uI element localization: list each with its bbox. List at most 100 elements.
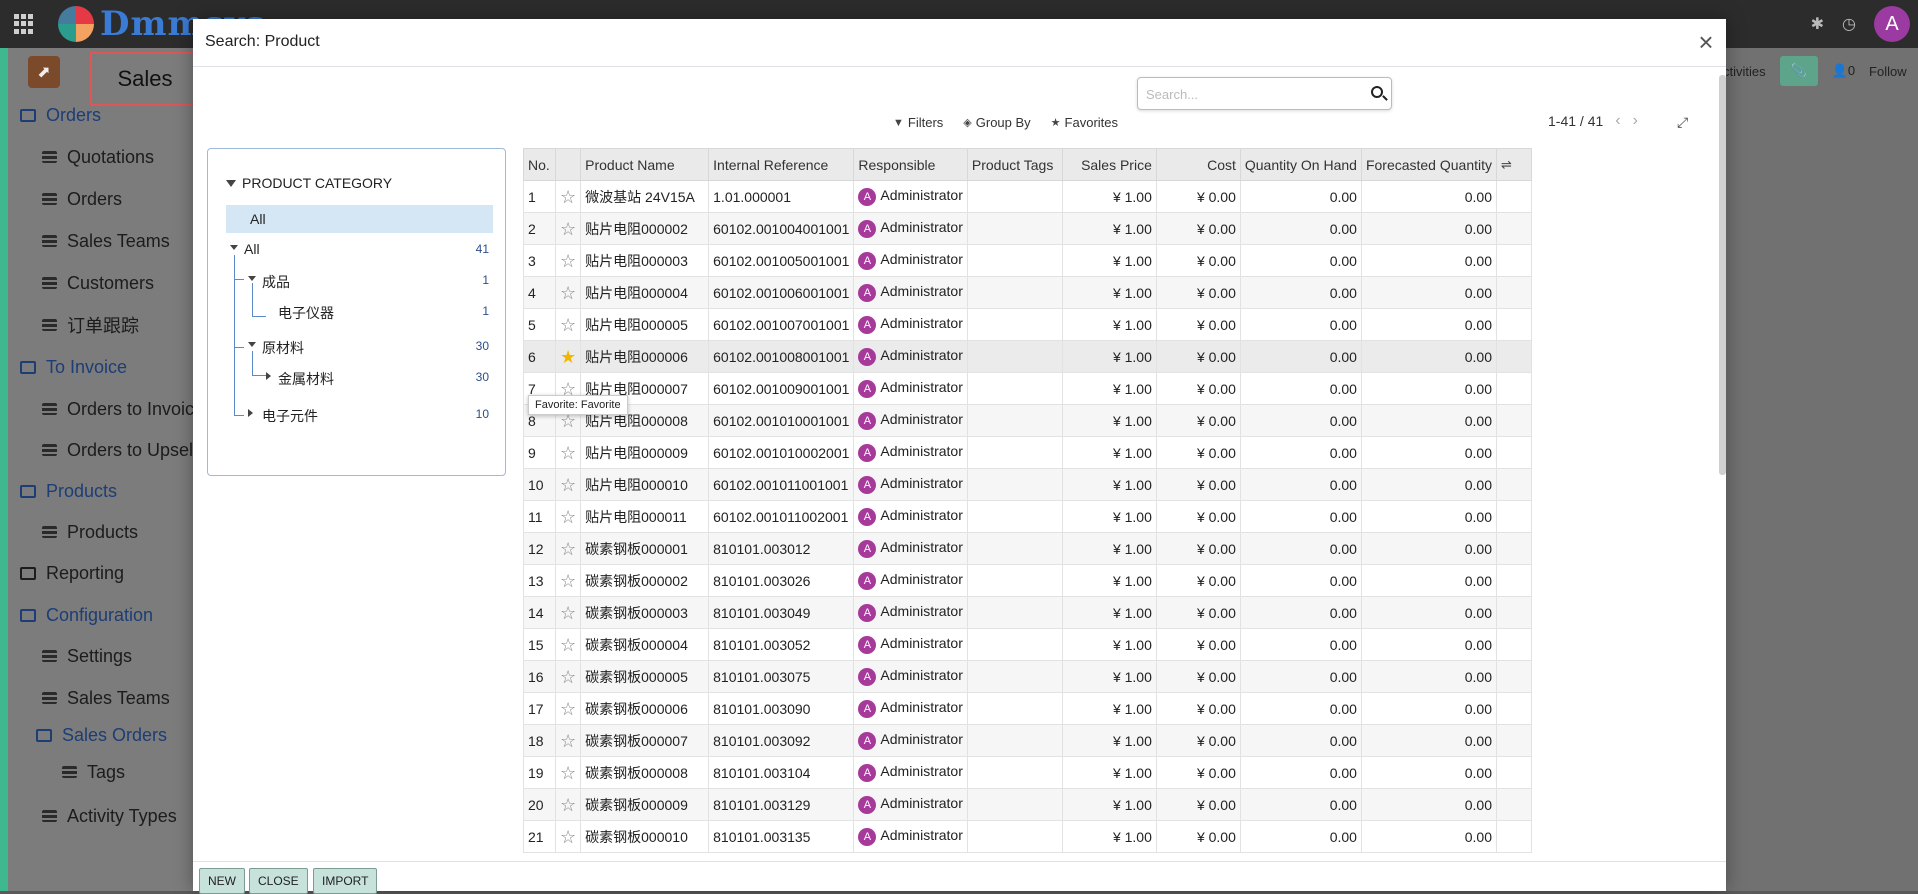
star-icon[interactable]: ☆ xyxy=(560,635,576,655)
sidebar-item[interactable]: Activity Types xyxy=(42,801,177,831)
sidebar-item[interactable]: Orders xyxy=(20,100,101,130)
star-icon[interactable]: ☆ xyxy=(560,283,576,303)
chevron-left-icon[interactable]: ‹ xyxy=(1615,112,1620,130)
sidebar-item[interactable]: Configuration xyxy=(20,600,153,630)
sidebar-item[interactable]: Sales Orders xyxy=(36,720,167,750)
table-row[interactable]: 14 ☆ 碳素钢板000003 810101.003049 A Administrator… xyxy=(523,596,1532,629)
star-icon[interactable]: ☆ xyxy=(560,571,576,591)
sidebar-item[interactable]: Products xyxy=(20,476,117,506)
bug-icon[interactable]: ✱ xyxy=(1811,14,1824,34)
scrollbar[interactable] xyxy=(1719,75,1726,475)
group-by-toggle[interactable]: ◈ Group By xyxy=(963,115,1030,130)
star-icon[interactable]: ☆ xyxy=(560,731,576,751)
category-tree-item[interactable]: 成品 1 xyxy=(226,270,493,292)
table-row[interactable]: 21 ☆ 碳素钢板000010 810101.003135 A Administrator… xyxy=(523,820,1532,853)
caret-down-icon[interactable] xyxy=(248,276,256,281)
star-icon[interactable]: ★ xyxy=(560,347,576,367)
sidebar-item[interactable]: Quotations xyxy=(42,142,154,172)
table-row[interactable]: 8 ☆ 贴片电阻000008 60102.001010001001 A Administr… xyxy=(523,404,1532,437)
sidebar-item[interactable]: Tags xyxy=(62,757,125,787)
sidebar-item[interactable]: 订单跟踪 xyxy=(42,310,139,340)
star-icon[interactable]: ☆ xyxy=(560,507,576,527)
star-icon[interactable]: ☆ xyxy=(560,763,576,783)
star-icon[interactable]: ☆ xyxy=(560,539,576,559)
import-button[interactable]: IMPORT xyxy=(313,868,378,894)
clock-icon[interactable]: ◷ xyxy=(1842,14,1856,34)
star-icon[interactable]: ☆ xyxy=(560,219,576,239)
sidebar-item[interactable]: Orders to Upsell xyxy=(42,435,197,465)
app-title[interactable]: Sales xyxy=(90,52,200,106)
caret-right-icon[interactable] xyxy=(266,372,271,380)
column-header[interactable]: Forecasted Quantity xyxy=(1360,148,1498,181)
column-header[interactable]: Sales Price xyxy=(1061,148,1157,181)
table-row[interactable]: 13 ☆ 碳素钢板000002 810101.003026 A Administrator… xyxy=(523,564,1532,597)
table-row[interactable]: 20 ☆ 碳素钢板000009 810101.003129 A Administrator… xyxy=(523,788,1532,821)
sidebar-item[interactable]: To Invoice xyxy=(20,352,127,382)
search-input[interactable] xyxy=(1144,80,1364,108)
table-row[interactable]: 11 ☆ 贴片电阻000011 60102.001011002001 A Administ… xyxy=(523,500,1532,533)
star-icon[interactable]: ☆ xyxy=(560,667,576,687)
table-row[interactable]: 6 ★ 贴片电阻000006 60102.001008001001 A Administr… xyxy=(523,340,1532,373)
expand-icon[interactable]: ⤢ xyxy=(1677,115,1691,129)
search-icon[interactable] xyxy=(1371,86,1383,98)
table-row[interactable]: 9 ☆ 贴片电阻000009 60102.001010002001 A Administr… xyxy=(523,436,1532,469)
star-icon[interactable]: ☆ xyxy=(560,315,576,335)
favorites-toggle[interactable]: ★ Favorites xyxy=(1051,115,1118,130)
sidebar-item[interactable]: Orders to Invoice xyxy=(42,394,204,424)
follow-button[interactable]: Follow xyxy=(1869,64,1907,79)
sidebar-item[interactable]: Orders xyxy=(42,184,122,214)
column-header[interactable]: Responsible xyxy=(853,148,968,181)
column-header[interactable]: Quantity On Hand xyxy=(1239,148,1362,181)
table-row[interactable]: 3 ☆ 贴片电阻000003 60102.001005001001 A Administr… xyxy=(523,244,1532,277)
column-header[interactable]: Product Tags xyxy=(966,148,1063,181)
star-icon[interactable]: ☆ xyxy=(560,187,576,207)
caret-down-icon[interactable] xyxy=(248,342,256,347)
column-header[interactable]: Internal Reference xyxy=(708,148,855,181)
table-row[interactable]: 19 ☆ 碳素钢板000008 810101.003104 A Administrator… xyxy=(523,756,1532,789)
sidebar-item[interactable]: Customers xyxy=(42,268,154,298)
filters-toggle[interactable]: ▼ Filters xyxy=(893,115,943,130)
column-header[interactable]: Product Name xyxy=(580,148,710,181)
apps-menu-icon[interactable] xyxy=(14,14,34,34)
sidebar-item[interactable]: Reporting xyxy=(20,558,124,588)
user-avatar[interactable]: A xyxy=(1874,6,1910,42)
category-tree-item[interactable]: 原材料 30 xyxy=(226,336,493,358)
table-row[interactable]: 16 ☆ 碳素钢板000005 810101.003075 A Administrator… xyxy=(523,660,1532,693)
star-icon[interactable]: ☆ xyxy=(560,827,576,847)
caret-right-icon[interactable] xyxy=(248,409,253,417)
column-header[interactable]: Cost xyxy=(1155,148,1241,181)
sidebar-item[interactable]: Sales Teams xyxy=(42,683,170,713)
star-icon[interactable]: ☆ xyxy=(560,443,576,463)
star-icon[interactable]: ☆ xyxy=(560,251,576,271)
table-row[interactable]: 7 ☆ 贴片电阻000007 60102.001009001001 A Administr… xyxy=(523,372,1532,405)
chevron-right-icon[interactable]: › xyxy=(1633,112,1638,130)
category-tree-item[interactable]: All 41 xyxy=(226,239,493,261)
table-row[interactable]: 2 ☆ 贴片电阻000002 60102.001004001001 A Administr… xyxy=(523,212,1532,245)
new-button[interactable]: NEW xyxy=(199,868,245,894)
sidebar-item[interactable]: Products xyxy=(42,517,138,547)
category-all-selected[interactable]: All xyxy=(226,205,493,233)
star-icon[interactable]: ☆ xyxy=(560,699,576,719)
star-icon[interactable]: ☆ xyxy=(560,475,576,495)
column-header[interactable]: No. xyxy=(523,148,556,181)
category-tree-item[interactable]: 电子仪器 1 xyxy=(226,301,493,323)
column-header[interactable] xyxy=(554,148,582,181)
table-row[interactable]: 15 ☆ 碳素钢板000004 810101.003052 A Administrator… xyxy=(523,628,1532,661)
table-row[interactable]: 17 ☆ 碳素钢板000006 810101.003090 A Administrator… xyxy=(523,692,1532,725)
star-icon[interactable]: ☆ xyxy=(560,795,576,815)
attachment-icon[interactable]: 📎 xyxy=(1779,56,1818,86)
sidebar-item[interactable]: Settings xyxy=(42,641,132,671)
optional-columns-toggle[interactable]: ⇌ xyxy=(1496,148,1532,181)
sidebar-item[interactable]: Sales Teams xyxy=(42,226,170,256)
close-icon[interactable]: × xyxy=(1692,29,1720,57)
table-row[interactable]: 18 ☆ 碳素钢板000007 810101.003092 A Administrator… xyxy=(523,724,1532,757)
category-tree-item[interactable]: 金属材料 30 xyxy=(226,367,493,389)
table-row[interactable]: 12 ☆ 碳素钢板000001 810101.003012 A Administrator… xyxy=(523,532,1532,565)
table-row[interactable]: 10 ☆ 贴片电阻000010 60102.001011001001 A Administ… xyxy=(523,468,1532,501)
table-row[interactable]: 5 ☆ 贴片电阻000005 60102.001007001001 A Administr… xyxy=(523,308,1532,341)
close-button[interactable]: CLOSE xyxy=(249,868,308,894)
star-icon[interactable]: ☆ xyxy=(560,603,576,623)
activities-link[interactable]: ctivities xyxy=(1723,64,1766,79)
table-row[interactable]: 4 ☆ 贴片电阻000004 60102.001006001001 A Administr… xyxy=(523,276,1532,309)
table-row[interactable]: 1 ☆ 微波基站 24V15A 1.01.000001 A Administrator ¥ … xyxy=(523,180,1532,213)
